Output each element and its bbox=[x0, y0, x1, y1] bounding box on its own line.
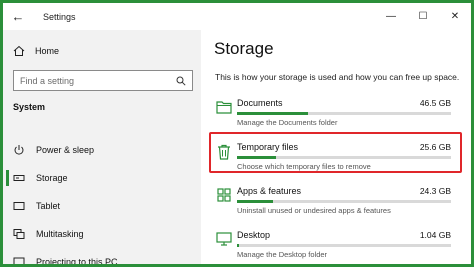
search-input[interactable] bbox=[20, 75, 170, 86]
sidebar-item-storage[interactable]: Storage bbox=[3, 164, 201, 192]
usage-bar-fill bbox=[237, 112, 308, 115]
storage-item-subtitle: Manage the Desktop folder bbox=[237, 250, 328, 259]
tablet-icon bbox=[12, 199, 26, 213]
usage-bar bbox=[237, 200, 451, 203]
search-box[interactable] bbox=[13, 70, 193, 91]
storage-item-name: Temporary files bbox=[237, 141, 299, 152]
multitasking-icon bbox=[12, 227, 26, 241]
sidebar-item-home[interactable]: Home bbox=[3, 42, 201, 60]
sidebar-item-label: Multitasking bbox=[36, 229, 84, 239]
sidebar-item-label: Projecting to this PC bbox=[36, 257, 118, 267]
storage-item-header: Desktop 1.04 GB bbox=[237, 228, 451, 241]
minimize-button[interactable]: — bbox=[375, 3, 407, 30]
desktop-icon bbox=[211, 224, 237, 264]
back-arrow-icon: ← bbox=[11, 9, 25, 24]
maximize-icon: ☐ bbox=[418, 11, 428, 22]
sidebar: Home System Power & sleep Storage bbox=[3, 30, 201, 267]
trash-icon bbox=[211, 136, 237, 180]
storage-item-size: 24.3 GB bbox=[419, 185, 451, 196]
storage-item-name: Apps & features bbox=[237, 185, 302, 196]
power-icon bbox=[12, 143, 26, 157]
page-description: This is how your storage is used and how… bbox=[215, 72, 460, 82]
projecting-icon bbox=[12, 255, 26, 264]
storage-item-subtitle: Uninstall unused or undesired apps & fea… bbox=[237, 206, 391, 215]
sidebar-item-power-sleep[interactable]: Power & sleep bbox=[3, 136, 201, 164]
sidebar-item-projecting[interactable]: Projecting to this PC bbox=[3, 248, 201, 267]
page-title: Storage bbox=[214, 39, 274, 58]
title-bar: ← Settings — ☐ ✕ bbox=[3, 3, 471, 30]
storage-item-apps-features[interactable]: Apps & features 24.3 GB Uninstall unused… bbox=[211, 180, 471, 224]
sidebar-item-label: Storage bbox=[36, 173, 68, 183]
sidebar-item-label: Power & sleep bbox=[36, 145, 95, 155]
storage-item-header: Documents 46.5 GB bbox=[237, 96, 451, 109]
storage-item-temporary-files[interactable]: Temporary files 25.6 GB Choose which tem… bbox=[211, 136, 471, 180]
usage-bar bbox=[237, 244, 451, 247]
storage-item-body: Temporary files 25.6 GB Choose which tem… bbox=[237, 136, 451, 180]
close-button[interactable]: ✕ bbox=[439, 3, 471, 30]
storage-item-subtitle: Choose which temporary files to remove bbox=[237, 162, 371, 171]
storage-items-list: Documents 46.5 GB Manage the Documents f… bbox=[211, 92, 471, 264]
usage-bar bbox=[237, 156, 451, 159]
storage-item-name: Documents bbox=[237, 97, 283, 108]
minimize-icon: — bbox=[386, 11, 396, 22]
sidebar-item-label: Tablet bbox=[36, 201, 61, 211]
documents-icon bbox=[211, 92, 237, 136]
storage-item-body: Desktop 1.04 GB Manage the Desktop folde… bbox=[237, 224, 451, 264]
storage-item-size: 1.04 GB bbox=[419, 229, 451, 240]
maximize-button[interactable]: ☐ bbox=[407, 3, 439, 30]
usage-bar bbox=[237, 112, 451, 115]
usage-bar-fill bbox=[237, 200, 274, 203]
storage-item-size: 46.5 GB bbox=[419, 97, 451, 108]
sidebar-nav-list: Power & sleep Storage Tablet Multitaskin… bbox=[3, 136, 201, 267]
sidebar-home-label: Home bbox=[35, 46, 60, 56]
storage-item-header: Temporary files 25.6 GB bbox=[237, 140, 451, 153]
storage-item-body: Documents 46.5 GB Manage the Documents f… bbox=[237, 92, 451, 136]
settings-window: ← Settings — ☐ ✕ Home System bbox=[0, 0, 474, 267]
close-icon: ✕ bbox=[450, 11, 460, 22]
storage-drive-icon bbox=[12, 171, 26, 185]
storage-item-subtitle: Manage the Documents folder bbox=[237, 118, 338, 127]
search-icon[interactable] bbox=[176, 76, 186, 86]
usage-bar-fill bbox=[237, 156, 276, 159]
storage-item-body: Apps & features 24.3 GB Uninstall unused… bbox=[237, 180, 451, 224]
main-content: Storage This is how your storage is used… bbox=[201, 30, 471, 264]
home-icon bbox=[12, 44, 26, 58]
apps-icon bbox=[211, 180, 237, 224]
storage-item-desktop[interactable]: Desktop 1.04 GB Manage the Desktop folde… bbox=[211, 224, 471, 264]
storage-item-name: Desktop bbox=[237, 229, 271, 240]
back-button[interactable]: ← bbox=[3, 3, 33, 30]
usage-bar-fill bbox=[237, 244, 240, 247]
sidebar-item-multitasking[interactable]: Multitasking bbox=[3, 220, 201, 248]
sidebar-item-tablet[interactable]: Tablet bbox=[3, 192, 201, 220]
storage-item-size: 25.6 GB bbox=[419, 141, 451, 152]
storage-item-header: Apps & features 24.3 GB bbox=[237, 184, 451, 197]
window-title: Settings bbox=[43, 11, 76, 22]
storage-item-documents[interactable]: Documents 46.5 GB Manage the Documents f… bbox=[211, 92, 471, 136]
window-controls: — ☐ ✕ bbox=[375, 3, 471, 30]
section-title: System bbox=[13, 102, 46, 112]
